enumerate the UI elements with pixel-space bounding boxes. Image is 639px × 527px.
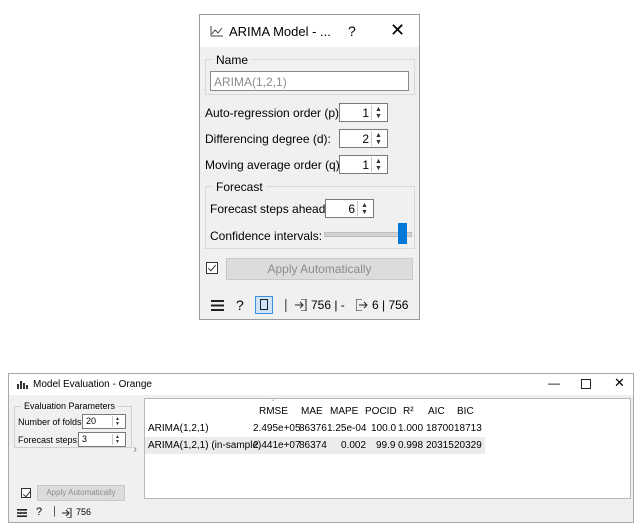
apply-automatically-checkbox[interactable]	[206, 262, 218, 274]
p-order-label: Auto-regression order (p):	[205, 106, 343, 120]
name-group-label: Name	[213, 53, 252, 67]
arima-model-window: ARIMA Model - ... ? ✕ Name ARIMA(1,2,1) …	[199, 14, 420, 320]
evaluation-parameters-label: Evaluation Parameters	[21, 401, 119, 411]
q-order-spinbox[interactable]: 1 ▲ ▼	[339, 155, 388, 174]
collapse-arrow-icon[interactable]: ›	[133, 442, 137, 456]
menu-icon[interactable]	[211, 300, 224, 311]
close-button[interactable]: ✕	[614, 375, 625, 391]
col-header-rmse[interactable]: RMSE	[259, 406, 288, 417]
row-model-name: ARIMA(1,2,1)	[148, 423, 209, 434]
spin-arrows-icon[interactable]: ▲ ▼	[371, 157, 386, 172]
folds-value: 20	[86, 416, 97, 426]
cell-mae: 86376	[299, 423, 327, 434]
q-order-value: 1	[362, 158, 369, 172]
maximize-button[interactable]	[581, 379, 591, 389]
arima-window-title: ARIMA Model - ...	[229, 24, 331, 39]
col-header-bic[interactable]: BIC	[457, 406, 474, 417]
cell-aic: 18700	[426, 423, 454, 434]
apply-automatically-button[interactable]: Apply Automatically	[226, 258, 413, 280]
output-count: 6 | 756	[372, 298, 409, 312]
col-header-mape[interactable]: MAPE	[330, 406, 358, 417]
cell-bic: 20329	[454, 440, 482, 451]
name-input[interactable]: ARIMA(1,2,1)	[210, 71, 409, 91]
d-degree-label: Differencing degree (d):	[205, 132, 331, 146]
close-button[interactable]: ✕	[390, 20, 405, 41]
table-row[interactable]: ARIMA(1,2,1) (in-sample) 2.441e+07 86374…	[145, 437, 485, 454]
spin-arrows-icon[interactable]: ▲ ▼	[371, 105, 386, 120]
forecast-steps-eval-value: 3	[82, 434, 88, 444]
forecast-group-label: Forecast	[213, 180, 266, 194]
separator: |	[53, 505, 56, 517]
confidence-label: Confidence intervals:	[210, 229, 323, 243]
cell-mape: 0.002	[341, 440, 367, 451]
row-model-name: ARIMA(1,2,1) (in-sample)	[148, 440, 262, 451]
menu-icon[interactable]	[17, 509, 27, 517]
cell-r2: 0.998	[398, 440, 424, 451]
cell-mape: 1.25e-04	[327, 423, 367, 434]
spin-arrows-icon[interactable]: ▲ ▼	[357, 201, 372, 216]
arima-status-bar: ? | 756 | - 6 | 756	[200, 291, 419, 319]
name-input-value: ARIMA(1,2,1)	[214, 75, 287, 89]
folds-label: Number of folds:	[18, 417, 85, 427]
forecast-steps-eval-spinbox[interactable]: 3 ▲ ▼	[78, 432, 126, 447]
model-evaluation-window: Model Evaluation - Orange — ✕ Evaluation…	[8, 373, 634, 523]
results-table: ⌄ RMSE MAE MAPE POCID R² AIC BIC ARIMA(1…	[144, 396, 631, 499]
evaluation-status-bar: ? | 756	[9, 504, 633, 522]
forecast-steps-value: 6	[348, 202, 355, 216]
p-order-value: 1	[362, 106, 369, 120]
input-icon	[295, 299, 307, 311]
d-degree-value: 2	[362, 132, 369, 146]
p-order-spinbox[interactable]: 1 ▲ ▼	[339, 103, 388, 122]
folds-spinbox[interactable]: 20 ▲ ▼	[82, 414, 126, 429]
col-header-mae[interactable]: MAE	[301, 406, 323, 417]
col-header-aic[interactable]: AIC	[428, 406, 445, 417]
col-header-pocid[interactable]: POCID	[365, 406, 397, 417]
input-count: 756 | -	[311, 298, 345, 312]
d-degree-spinbox[interactable]: 2 ▲ ▼	[339, 129, 388, 148]
arima-title-bar: ARIMA Model - ... ? ✕	[200, 15, 419, 47]
forecast-steps-spinbox[interactable]: 6 ▲ ▼	[325, 199, 374, 218]
cell-rmse: 2.441e+07	[253, 440, 301, 451]
input-icon	[62, 508, 72, 518]
report-icon[interactable]	[255, 296, 273, 314]
cell-mae: 86374	[299, 440, 327, 451]
evaluation-window-title: Model Evaluation - Orange	[33, 379, 152, 390]
spin-arrows-icon[interactable]: ▲ ▼	[112, 416, 124, 427]
cell-r2: 1.000	[398, 423, 424, 434]
col-header-r2[interactable]: R²	[403, 406, 414, 417]
table-row[interactable]: ARIMA(1,2,1) 2.495e+05 86376 1.25e-04 10…	[145, 421, 485, 437]
forecast-steps-label: Forecast steps ahead:	[210, 202, 329, 216]
cell-aic: 20315	[426, 440, 454, 451]
q-order-label: Moving average order (q):	[205, 158, 344, 172]
spin-arrows-icon[interactable]: ▲ ▼	[112, 434, 124, 445]
confidence-slider-handle[interactable]	[398, 223, 407, 244]
eval-apply-automatically-button[interactable]: Apply Automatically	[37, 485, 125, 501]
separator: |	[284, 296, 288, 312]
cell-rmse: 2.495e+05	[253, 423, 301, 434]
cell-bic: 18713	[454, 423, 482, 434]
forecast-steps-eval-label: Forecast steps:	[18, 435, 80, 445]
help-icon[interactable]: ?	[36, 506, 42, 518]
evaluation-title-bar: Model Evaluation - Orange — ✕	[9, 374, 633, 395]
line-chart-icon	[210, 26, 223, 37]
help-button[interactable]: ?	[348, 23, 356, 39]
bar-chart-icon	[17, 381, 28, 389]
cell-pocid: 99.9	[376, 440, 396, 451]
sort-indicator-icon: ⌄	[270, 396, 276, 403]
cell-pocid: 100.0	[371, 423, 397, 434]
eval-input-count: 756	[76, 507, 92, 517]
spin-arrows-icon[interactable]: ▲ ▼	[371, 131, 386, 146]
output-icon	[356, 299, 368, 311]
minimize-button[interactable]: —	[548, 376, 560, 390]
eval-apply-automatically-checkbox[interactable]	[21, 488, 31, 498]
help-icon[interactable]: ?	[236, 297, 244, 313]
